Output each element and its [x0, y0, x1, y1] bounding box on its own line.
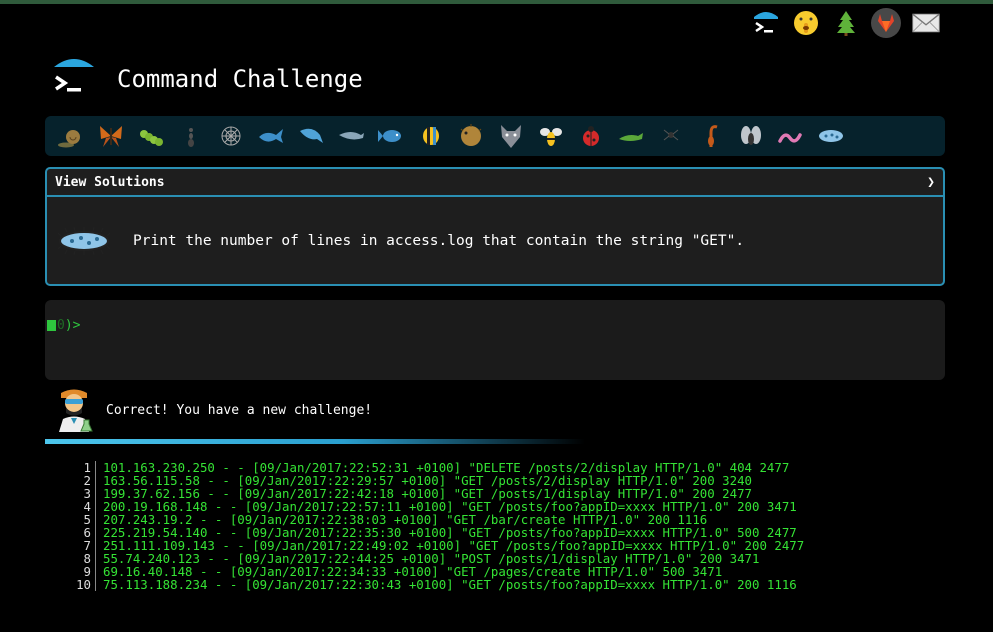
challenge-text: Print the number of lines in access.log … [133, 232, 745, 249]
log-line-text: 75.113.188.234 - - [09/Jan/2017:22:30:43… [103, 577, 797, 592]
top-border [0, 0, 993, 4]
log-line: 10 75.113.188.234 - - [09/Jan/2017:22:30:… [70, 578, 804, 591]
terminal-cursor [47, 320, 56, 331]
line-number: 2 [70, 474, 96, 487]
tropical-fish-icon[interactable] [413, 118, 449, 154]
page-title: Command Challenge [117, 65, 363, 93]
ant-icon[interactable] [173, 118, 209, 154]
shush-face-icon[interactable] [791, 8, 821, 38]
whale-icon[interactable] [253, 118, 289, 154]
prompt-exit-code: 0 [57, 318, 65, 333]
line-number: 8 [70, 552, 96, 565]
lizard-icon[interactable] [613, 118, 649, 154]
ladybug-icon[interactable] [573, 118, 609, 154]
terminal-prompt[interactable]: 0 )> [47, 318, 943, 333]
worm-icon[interactable] [773, 118, 809, 154]
prompt-suffix: )> [64, 318, 81, 333]
access-log-output: 1 101.163.230.250 - - [09/Jan/2017:22:52:… [70, 461, 804, 591]
tree-icon[interactable] [831, 8, 861, 38]
line-number: 5 [70, 513, 96, 526]
caterpillar-icon[interactable] [133, 118, 169, 154]
line-number: 4 [70, 500, 96, 513]
blowfish-icon[interactable] [453, 118, 489, 154]
microbe-icon [57, 226, 111, 255]
view-solutions-toggle[interactable]: View Solutions ❯ [47, 169, 943, 197]
page-header: Command Challenge [52, 54, 363, 104]
fly-icon[interactable] [733, 118, 769, 154]
view-solutions-label: View Solutions [55, 174, 165, 190]
scorpion-icon[interactable] [693, 118, 729, 154]
spider-web-icon[interactable] [213, 118, 249, 154]
challenge-body: Print the number of lines in access.log … [47, 197, 943, 284]
challenge-card: View Solutions ❯ Print the number of lin… [45, 167, 945, 286]
scientist-avatar-icon [59, 389, 93, 432]
top-nav [751, 8, 941, 38]
wolf-icon[interactable] [493, 118, 529, 154]
spider-icon[interactable] [653, 118, 689, 154]
line-number: 1 [70, 461, 96, 474]
feedback-message: Correct! You have a new challenge! [56, 388, 372, 432]
microbe-icon[interactable] [813, 118, 849, 154]
mail-icon[interactable] [911, 8, 941, 38]
line-number: 3 [70, 487, 96, 500]
line-number: 6 [70, 526, 96, 539]
line-number: 10 [70, 578, 96, 591]
terminal-logo-icon[interactable] [52, 57, 96, 101]
butterfly-icon[interactable] [93, 118, 129, 154]
snail-icon[interactable] [53, 118, 89, 154]
feedback-text: Correct! You have a new challenge! [106, 402, 373, 418]
chevron-right-icon: ❯ [927, 174, 935, 190]
line-number: 7 [70, 539, 96, 552]
feedback-divider [45, 439, 585, 444]
challenge-emoji-bar [45, 116, 945, 156]
dolphin-icon[interactable] [293, 118, 329, 154]
fish-icon[interactable] [373, 118, 409, 154]
bee-icon[interactable] [533, 118, 569, 154]
terminal-logo-icon[interactable] [751, 8, 781, 38]
terminal-input-area[interactable]: 0 )> [45, 300, 945, 380]
gitlab-icon[interactable] [871, 8, 901, 38]
dolphin-icon[interactable] [333, 118, 369, 154]
